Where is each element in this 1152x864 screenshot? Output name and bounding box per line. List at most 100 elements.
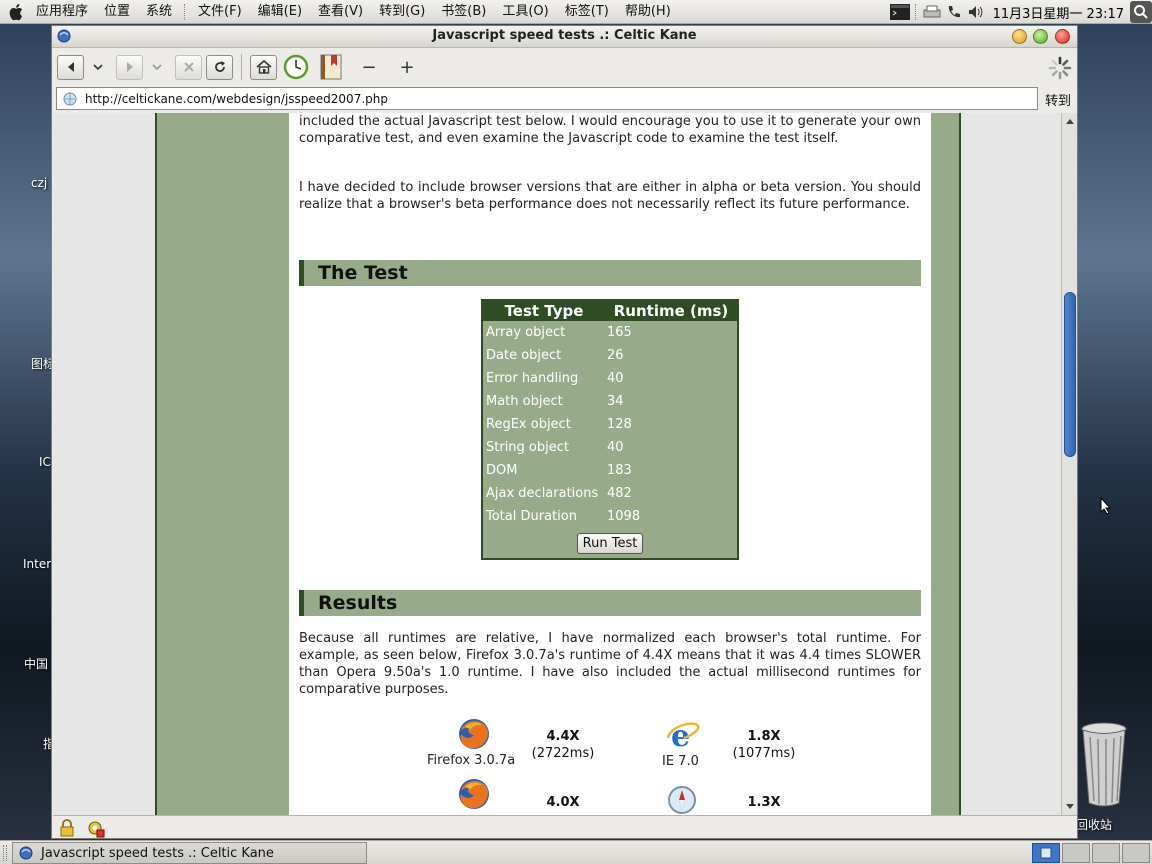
vertical-scrollbar[interactable]	[1061, 113, 1077, 815]
runtime-cell: 128	[607, 417, 632, 432]
top-panel: 应用程序 位置 系统 文件(F) 编辑(E) 查看(V) 转到(G) 书签(B)…	[0, 0, 1152, 24]
trash-icon[interactable]	[1078, 715, 1130, 810]
chevron-down-icon	[152, 64, 162, 71]
desktop-icon-label[interactable]: czj	[31, 176, 47, 190]
speed-test-table: Test Type Runtime (ms) Array object 165 D…	[481, 299, 739, 560]
home-button[interactable]	[250, 54, 277, 80]
browser-name: Firefox 3.0.7a	[427, 753, 516, 768]
table-row: DOM 183	[483, 459, 737, 482]
zoom-in-button[interactable]: +	[397, 55, 417, 80]
menu-go[interactable]: 转到(G)	[371, 0, 433, 24]
forward-arrow-icon	[126, 62, 133, 72]
browser-factor: 1.8X	[747, 729, 781, 744]
menu-bookmarks[interactable]: 书签(B)	[433, 0, 494, 24]
back-button[interactable]	[57, 54, 84, 80]
trash-label[interactable]: 回收站	[1076, 816, 1112, 833]
run-test-button[interactable]: Run Test	[577, 533, 643, 554]
page-content: included the actual Javascript test belo…	[53, 113, 1061, 815]
status-bar	[53, 815, 1077, 839]
panel-separator	[914, 4, 917, 20]
bookmarks-button[interactable]	[317, 54, 345, 80]
zoom-out-label: −	[361, 56, 377, 78]
table-header: Test Type Runtime (ms)	[483, 301, 737, 321]
workspace-3[interactable]	[1092, 843, 1120, 863]
loading-spinner-icon	[1048, 56, 1072, 84]
minimize-button[interactable]	[1012, 29, 1027, 44]
site-favicon-icon	[63, 92, 77, 105]
menu-places[interactable]: 位置	[96, 0, 138, 24]
runtime-cell: 482	[607, 486, 632, 501]
results-paragraph: Because all runtimes are relative, I hav…	[299, 631, 921, 697]
runtime-cell: 34	[607, 394, 624, 409]
app-icon	[57, 29, 71, 50]
close-button[interactable]	[1055, 29, 1070, 44]
menu-view[interactable]: 查看(V)	[310, 0, 371, 24]
workspace-4[interactable]	[1122, 843, 1150, 863]
table-row: Error handling 40	[483, 367, 737, 390]
location-row: http://celtickane.com/webdesign/jsspeed2…	[52, 86, 1077, 111]
table-row: Date object 26	[483, 344, 737, 367]
maximize-button[interactable]	[1033, 29, 1048, 44]
taskbar-window-button[interactable]: Javascript speed tests .: Celtic Kane	[12, 842, 367, 864]
stop-button[interactable]	[175, 54, 202, 80]
section-heading-test: The Test	[299, 260, 921, 286]
back-history-button[interactable]	[88, 55, 108, 80]
menu-help[interactable]: 帮助(H)	[617, 0, 679, 24]
title-bar[interactable]: Javascript speed tests .: Celtic Kane	[52, 26, 1077, 48]
terminal-icon[interactable]	[889, 0, 911, 24]
scrollbar-thumb[interactable]	[1064, 292, 1076, 457]
browser-factor: 4.4X	[546, 729, 580, 744]
desktop-icon-label[interactable]: Inter	[23, 557, 51, 571]
reload-button[interactable]	[206, 54, 233, 80]
table-row: String object 40	[483, 436, 737, 459]
firefox-icon	[457, 777, 491, 811]
ie-icon: e	[666, 718, 700, 754]
url-input[interactable]: http://celtickane.com/webdesign/jsspeed2…	[56, 87, 1038, 110]
taskbar-window-title: Javascript speed tests .: Celtic Kane	[41, 845, 274, 861]
mouse-cursor-icon	[1100, 496, 1112, 519]
volume-icon[interactable]	[965, 0, 987, 24]
scroll-up-arrow-icon[interactable]	[1064, 115, 1076, 127]
clock[interactable]: 11月3日星期一 23:17	[987, 3, 1130, 22]
workspace-2[interactable]	[1062, 843, 1090, 863]
browser-name: IE 7.0	[662, 754, 699, 769]
printer-icon[interactable]	[921, 0, 943, 24]
workspace-1[interactable]	[1032, 843, 1060, 863]
section-heading-results: Results	[299, 590, 921, 616]
apple-menu-icon[interactable]	[6, 0, 28, 24]
menu-applications[interactable]: 应用程序	[28, 0, 96, 24]
test-type-cell: Total Duration	[486, 509, 577, 524]
desktop-icon-label[interactable]: IC	[39, 455, 51, 469]
menu-tools[interactable]: 工具(O)	[494, 0, 556, 24]
runtime-cell: 1098	[607, 509, 641, 524]
go-button[interactable]: 转到	[1045, 90, 1071, 109]
menu-tabs[interactable]: 标签(T)	[557, 0, 617, 24]
history-clock-icon	[283, 54, 309, 80]
forward-history-button[interactable]	[147, 55, 167, 80]
phone-icon[interactable]	[943, 0, 965, 24]
menu-system[interactable]: 系统	[138, 0, 180, 24]
runtime-cell: 40	[607, 371, 624, 386]
search-icon[interactable]	[1130, 1, 1152, 23]
history-button[interactable]	[281, 54, 311, 80]
browser-window: Javascript speed tests .: Celtic Kane − …	[51, 25, 1078, 839]
settings-gear-icon[interactable]	[83, 817, 107, 839]
zoom-out-button[interactable]: −	[359, 55, 379, 80]
intro-paragraph-2: I have decided to include browser versio…	[299, 180, 921, 212]
back-arrow-icon	[67, 62, 74, 72]
forward-button[interactable]	[116, 54, 143, 80]
menu-file[interactable]: 文件(F)	[190, 0, 250, 24]
security-lock-icon[interactable]	[55, 817, 79, 839]
desktop-icon-label[interactable]: 中国	[24, 655, 48, 672]
test-type-cell: Math object	[486, 394, 563, 409]
toolbar-separator	[241, 54, 242, 80]
intro-paragraph-1: included the actual Javascript test belo…	[299, 114, 921, 146]
menu-edit[interactable]: 编辑(E)	[250, 0, 310, 24]
navigation-toolbar: − +	[52, 48, 1077, 86]
browser-factor: 4.0X	[546, 795, 580, 810]
browser-factor: 1.3X	[747, 795, 781, 810]
url-text: http://celtickane.com/webdesign/jsspeed2…	[85, 91, 388, 106]
table-row: Total Duration 1098	[483, 505, 737, 528]
scroll-down-arrow-icon[interactable]	[1064, 801, 1076, 813]
test-type-cell: Date object	[486, 348, 562, 363]
